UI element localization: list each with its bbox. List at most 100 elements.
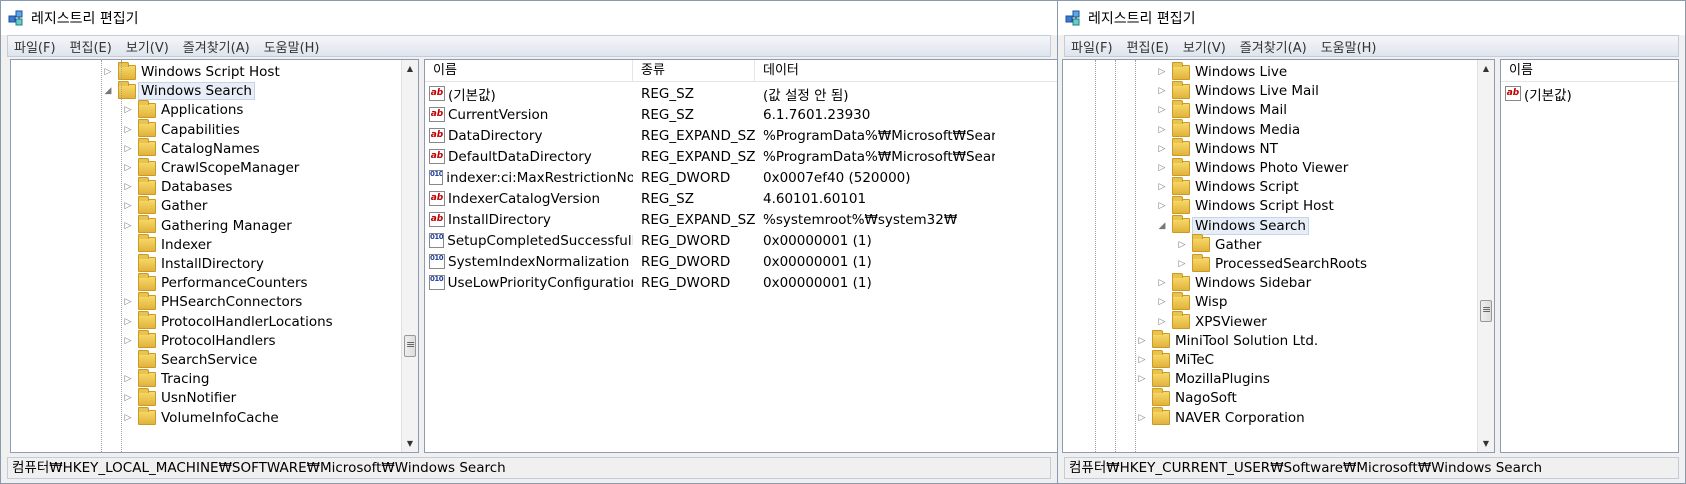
scroll-thumb[interactable]	[404, 335, 416, 357]
tree-item[interactable]: ▷ Databases	[123, 176, 232, 197]
expand-arrow-icon[interactable]: ▷	[1137, 355, 1147, 365]
collapse-arrow-icon[interactable]: ◢	[103, 86, 113, 96]
value-row[interactable]: ab (기본값)	[1501, 83, 1678, 104]
tree-item[interactable]: ▷ Windows Live Mail	[1157, 80, 1319, 101]
expand-arrow-icon[interactable]: ▷	[123, 105, 133, 115]
expand-arrow-icon[interactable]: ▷	[1137, 336, 1147, 346]
tree-item[interactable]: ▷ Gather	[1177, 234, 1261, 255]
tree-item[interactable]: NagoSoft	[1137, 387, 1237, 408]
tree-item[interactable]: ▷ Windows Photo Viewer	[1157, 157, 1348, 178]
tree-item[interactable]: ▷ Wisp	[1157, 291, 1227, 312]
tree-scrollbar[interactable]: ▲ ▼	[1477, 60, 1494, 452]
value-row[interactable]: ab CurrentVersion REG_SZ 6.1.7601.23930	[425, 104, 1057, 125]
tree-item[interactable]: ▷ XPSViewer	[1157, 311, 1267, 332]
expand-arrow-icon[interactable]: ▷	[1157, 182, 1167, 192]
column-header-type[interactable]: 종류	[633, 60, 755, 82]
tree-item[interactable]: ▷ Capabilities	[123, 119, 240, 140]
menu-view[interactable]: 보기(V)	[1183, 37, 1226, 56]
tree-item[interactable]: ▷ Windows Media	[1157, 119, 1300, 140]
tree-item[interactable]: ▷ ProtocolHandlers	[123, 330, 276, 351]
expand-arrow-icon[interactable]: ▷	[1157, 201, 1167, 211]
column-header-data[interactable]: 데이터	[755, 60, 1015, 82]
tree-item[interactable]: ▷ Windows Sidebar	[1157, 272, 1311, 293]
tree-item[interactable]: ▷ PHSearchConnectors	[123, 291, 302, 312]
menu-favorites[interactable]: 즐겨찾기(A)	[1240, 37, 1307, 56]
value-row[interactable]: 010110SystemIndexNormalization REG_DWORD 0…	[425, 251, 1057, 272]
tree-item[interactable]: ▷ Windows Script Host	[1157, 195, 1334, 216]
expand-arrow-icon[interactable]: ▷	[123, 297, 133, 307]
menu-file[interactable]: 파일(F)	[1071, 37, 1113, 56]
scroll-up-arrow-icon[interactable]: ▲	[1478, 60, 1494, 77]
value-row[interactable]: ab InstallDirectory REG_EXPAND_SZ %systemro…	[425, 209, 1057, 230]
scroll-down-arrow-icon[interactable]: ▼	[1478, 435, 1494, 452]
value-row[interactable]: 010110UseLowPriorityConfiguration REG_DWO…	[425, 272, 1057, 293]
expand-arrow-icon[interactable]: ▷	[123, 221, 133, 231]
scroll-up-arrow-icon[interactable]: ▲	[402, 60, 418, 77]
value-row[interactable]: ab (기본값) REG_SZ (값 설정 안 됨)	[425, 83, 1057, 104]
expand-arrow-icon[interactable]: ▷	[1157, 317, 1167, 327]
tree-item[interactable]: PerformanceCounters	[123, 272, 308, 293]
tree-item[interactable]: ▷ CrawlScopeManager	[123, 157, 299, 178]
value-row[interactable]: ab DataDirectory REG_EXPAND_SZ %ProgramData…	[425, 125, 1057, 146]
tree-item[interactable]: ▷ Windows Script	[1157, 176, 1299, 197]
tree-item[interactable]: ▷ Windows Script Host	[103, 61, 280, 82]
tree-item[interactable]: ◢ Windows Search	[103, 80, 255, 101]
expand-arrow-icon[interactable]: ▷	[1157, 163, 1167, 173]
expand-arrow-icon[interactable]: ▷	[123, 201, 133, 211]
tree-item[interactable]: ▷ ProtocolHandlerLocations	[123, 311, 333, 332]
tree-item[interactable]: ▷ Windows Mail	[1157, 99, 1287, 120]
expand-arrow-icon[interactable]: ▷	[1157, 125, 1167, 135]
tree-item[interactable]: ▷ Tracing	[123, 368, 209, 389]
tree-item[interactable]: ▷ UsnNotifier	[123, 387, 236, 408]
tree-item[interactable]: ▷ CatalogNames	[123, 138, 260, 159]
column-header-name[interactable]: 이름	[1501, 60, 1678, 82]
menu-help[interactable]: 도움말(H)	[1321, 37, 1377, 56]
expand-arrow-icon[interactable]: ▷	[123, 336, 133, 346]
expand-arrow-icon[interactable]: ▷	[103, 67, 113, 77]
expand-arrow-icon[interactable]: ▷	[1157, 86, 1167, 96]
expand-arrow-icon[interactable]: ▷	[1157, 105, 1167, 115]
scroll-down-arrow-icon[interactable]: ▼	[402, 435, 418, 452]
tree-item[interactable]: ▷ NAVER Corporation	[1137, 407, 1305, 428]
expand-arrow-icon[interactable]: ▷	[1137, 374, 1147, 384]
value-row[interactable]: ab IndexerCatalogVersion REG_SZ 4.60101.601…	[425, 188, 1057, 209]
tree-item[interactable]: ▷ MiniTool Solution Ltd.	[1137, 330, 1318, 351]
expand-arrow-icon[interactable]: ▷	[123, 125, 133, 135]
tree-item[interactable]: InstallDirectory	[123, 253, 264, 274]
expand-arrow-icon[interactable]: ▷	[123, 182, 133, 192]
expand-arrow-icon[interactable]: ▷	[123, 144, 133, 154]
expand-arrow-icon[interactable]: ▷	[1177, 240, 1187, 250]
collapse-arrow-icon[interactable]: ◢	[1157, 221, 1167, 231]
expand-arrow-icon[interactable]: ▷	[123, 413, 133, 423]
menu-view[interactable]: 보기(V)	[126, 37, 169, 56]
value-row[interactable]: 010110indexer:ci:MaxRestrictionNodes REG_…	[425, 167, 1057, 188]
tree-item[interactable]: SearchService	[123, 349, 257, 370]
tree-item[interactable]: ▷ Windows NT	[1157, 138, 1278, 159]
expand-arrow-icon[interactable]: ▷	[1177, 259, 1187, 269]
scroll-thumb[interactable]	[1480, 300, 1492, 322]
expand-arrow-icon[interactable]: ▷	[1137, 413, 1147, 423]
tree-item[interactable]: ▷ MiTeC	[1137, 349, 1214, 370]
menu-file[interactable]: 파일(F)	[14, 37, 56, 56]
menu-favorites[interactable]: 즐겨찾기(A)	[183, 37, 250, 56]
tree-item[interactable]: ▷ Gathering Manager	[123, 215, 292, 236]
tree-item[interactable]: ▷ ProcessedSearchRoots	[1177, 253, 1367, 274]
tree-item[interactable]: ▷ Gather	[123, 195, 207, 216]
tree-scrollbar[interactable]: ▲ ▼	[401, 60, 418, 452]
menu-edit[interactable]: 편집(E)	[70, 37, 112, 56]
expand-arrow-icon[interactable]: ▷	[1157, 278, 1167, 288]
menu-help[interactable]: 도움말(H)	[264, 37, 320, 56]
menu-edit[interactable]: 편집(E)	[1127, 37, 1169, 56]
expand-arrow-icon[interactable]: ▷	[1157, 67, 1167, 77]
value-row[interactable]: 010110SetupCompletedSuccessfully REG_DWOR…	[425, 230, 1057, 251]
tree-item[interactable]: ◢ Windows Search	[1157, 215, 1309, 236]
expand-arrow-icon[interactable]: ▷	[123, 393, 133, 403]
tree-item[interactable]: ▷ MozillaPlugins	[1137, 368, 1270, 389]
expand-arrow-icon[interactable]: ▷	[123, 163, 133, 173]
expand-arrow-icon[interactable]: ▷	[123, 317, 133, 327]
tree-item[interactable]: Indexer	[123, 234, 212, 255]
value-row[interactable]: ab DefaultDataDirectory REG_EXPAND_SZ %Prog…	[425, 146, 1057, 167]
expand-arrow-icon[interactable]: ▷	[1157, 144, 1167, 154]
tree-item[interactable]: ▷ VolumeInfoCache	[123, 407, 279, 428]
tree-item[interactable]: ▷ Windows Live	[1157, 61, 1287, 82]
